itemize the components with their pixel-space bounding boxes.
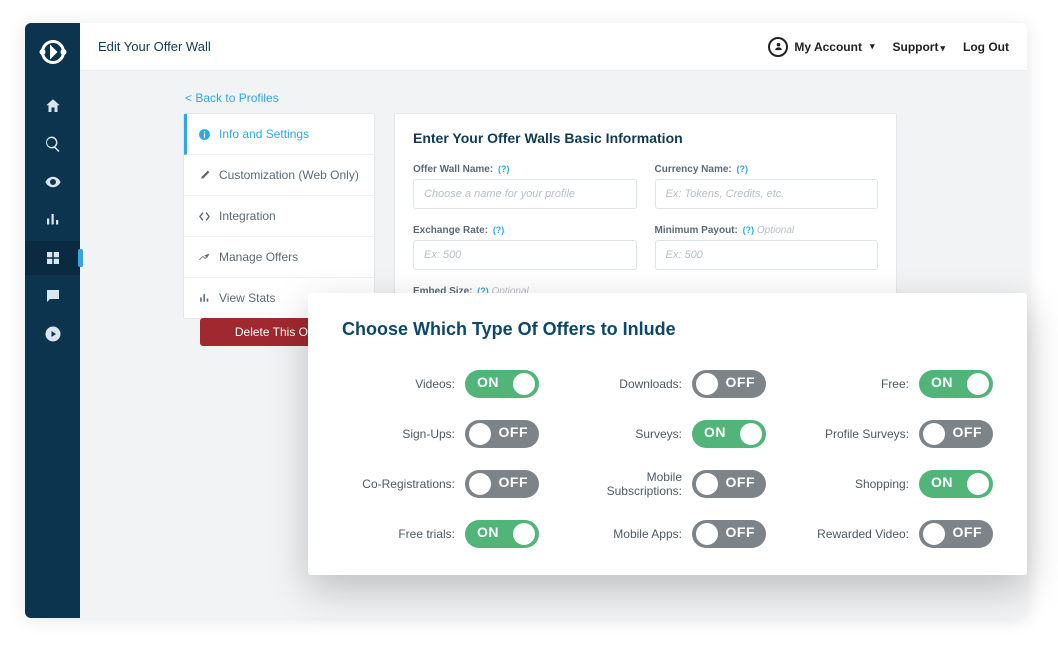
user-icon — [768, 37, 788, 57]
exchange-rate-label: Exchange Rate: (?) — [413, 225, 637, 236]
offer-col-2: Downloads: OFF Surveys: ON Mobile Subscripti… — [569, 370, 766, 548]
sidebar — [25, 23, 80, 618]
offer-label: Sign-Ups: — [402, 427, 455, 441]
offer-row: Shopping: ON — [796, 470, 993, 498]
offer-row: Sign-Ups: OFF — [342, 420, 539, 448]
offer-wall-name-label: Offer Wall Name: (?) — [413, 164, 637, 175]
offer-toggle[interactable]: OFF — [465, 470, 539, 498]
sidebar-item-home[interactable] — [25, 89, 80, 123]
offer-toggle[interactable]: ON — [692, 420, 766, 448]
offer-toggle[interactable]: OFF — [465, 420, 539, 448]
offer-row: Co-Registrations: OFF — [342, 470, 539, 498]
topbar: Edit Your Offer Wall My Account▾ Support… — [80, 23, 1027, 71]
offer-label: Co-Registrations: — [362, 477, 455, 491]
offer-label: Free trials: — [398, 527, 455, 541]
currency-name-input[interactable] — [655, 179, 879, 209]
support-menu[interactable]: Support▾ — [892, 40, 945, 54]
settings-nav: Info and Settings Customization (Web Onl… — [183, 113, 375, 319]
minimum-payout-label: Minimum Payout: (?) Optional — [655, 225, 879, 236]
sidebar-item-chat[interactable] — [25, 279, 80, 313]
offer-col-1: Videos: ON Sign-Ups: OFF Co-Registrations: OF… — [342, 370, 539, 548]
chevron-down-icon: ▾ — [870, 41, 875, 52]
sidebar-item-visibility[interactable] — [25, 165, 80, 199]
modal-title: Choose Which Type Of Offers to Inlude — [342, 319, 993, 340]
nav-info-settings[interactable]: Info and Settings — [184, 114, 374, 155]
form-heading: Enter Your Offer Walls Basic Information — [413, 130, 878, 146]
logout-link[interactable]: Log Out — [963, 40, 1009, 54]
nav-integration[interactable]: Integration — [184, 196, 374, 237]
offer-types-modal: Choose Which Type Of Offers to Inlude Vi… — [308, 293, 1027, 575]
sidebar-item-grid[interactable] — [25, 241, 80, 275]
sidebar-item-search[interactable] — [25, 127, 80, 161]
offer-col-3: Free: ON Profile Surveys: OFF Shopping: ON Rew… — [796, 370, 993, 548]
offer-label: Videos: — [415, 377, 455, 391]
offer-label: Mobile Apps: — [613, 527, 682, 541]
minimum-payout-input[interactable] — [655, 240, 879, 270]
offer-row: Surveys: ON — [569, 420, 766, 448]
currency-name-label: Currency Name: (?) — [655, 164, 879, 175]
offer-toggle[interactable]: OFF — [692, 470, 766, 498]
offer-label: Surveys: — [635, 427, 682, 441]
offer-label: Rewarded Video: — [817, 527, 909, 541]
offer-toggle[interactable]: OFF — [692, 520, 766, 548]
offer-row: Videos: ON — [342, 370, 539, 398]
offer-label: Mobile Subscriptions: — [569, 470, 682, 498]
offer-row: Free: ON — [796, 370, 993, 398]
offer-toggle[interactable]: ON — [919, 470, 993, 498]
account-menu[interactable]: My Account▾ — [768, 37, 874, 57]
offer-label: Profile Surveys: — [825, 427, 909, 441]
offer-toggle[interactable]: ON — [465, 370, 539, 398]
nav-customization[interactable]: Customization (Web Only) — [184, 155, 374, 196]
offer-toggle[interactable]: OFF — [919, 420, 993, 448]
sidebar-item-analytics[interactable] — [25, 203, 80, 237]
offer-row: Mobile Subscriptions: OFF — [569, 470, 766, 498]
offer-toggle[interactable]: OFF — [692, 370, 766, 398]
page-title: Edit Your Offer Wall — [98, 39, 211, 54]
nav-manage-offers[interactable]: Manage Offers — [184, 237, 374, 278]
offer-row: Mobile Apps: OFF — [569, 520, 766, 548]
offer-label: Shopping: — [855, 477, 909, 491]
offer-row: Downloads: OFF — [569, 370, 766, 398]
offer-row: Rewarded Video: OFF — [796, 520, 993, 548]
sidebar-item-play[interactable] — [25, 317, 80, 351]
back-to-profiles-link[interactable]: < Back to Profiles — [185, 91, 279, 105]
app-logo — [38, 37, 68, 67]
offer-row: Profile Surveys: OFF — [796, 420, 993, 448]
offer-toggle[interactable]: ON — [465, 520, 539, 548]
offer-label: Free: — [881, 377, 909, 391]
offer-row: Free trials: ON — [342, 520, 539, 548]
offer-wall-name-input[interactable] — [413, 179, 637, 209]
offer-label: Downloads: — [619, 377, 682, 391]
offer-toggle[interactable]: OFF — [919, 520, 993, 548]
offer-toggle[interactable]: ON — [919, 370, 993, 398]
exchange-rate-input[interactable] — [413, 240, 637, 270]
